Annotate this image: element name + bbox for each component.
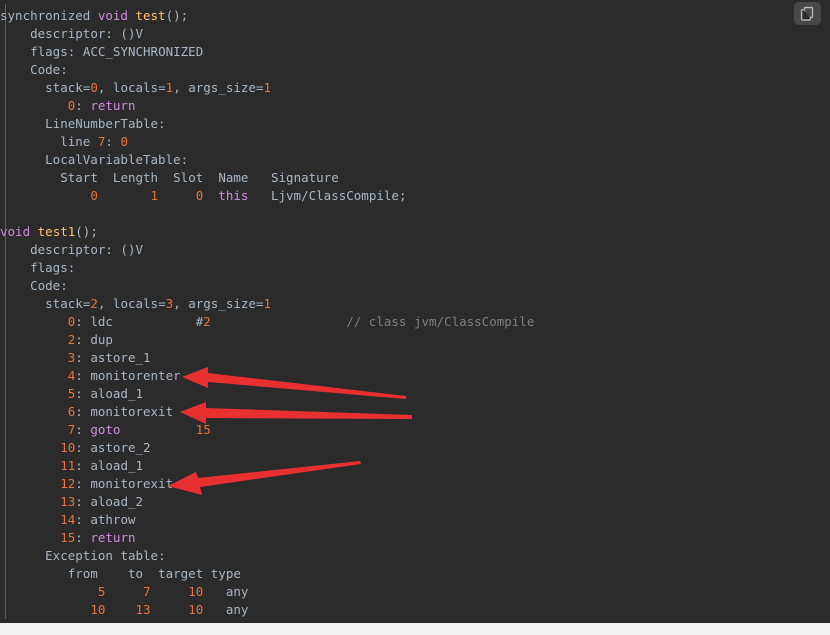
screenshot-root: synchronized void test(); descriptor: ()… [0,0,830,635]
code-line: 5: aload_1 [67,386,144,401]
code-line: 11: aload_1 [60,458,144,473]
code-line: 3: astore_1 [67,350,151,365]
code-line: 0 1 0 this Ljvm/ClassCompile; [90,188,407,203]
code-line: 2: dup [67,332,113,347]
code-line: void test1(); [0,224,98,239]
code-line: 0: ldc #2 // class jvm/ClassCompile [67,314,535,329]
code-line: 15: return [60,530,136,545]
code-line: LineNumberTable: [45,116,166,131]
code-line: 10 13 10 any [90,602,249,617]
code-line: from to target type [67,566,241,581]
footer-strip [0,623,830,635]
code-line: Start Length Slot Name Signature [60,170,339,185]
code-line: Code: [30,278,68,293]
code-line: LocalVariableTable: [45,152,189,167]
code-line: 10: astore_2 [60,440,151,455]
code-line: 5 7 10 any [97,584,249,599]
code-panel: synchronized void test(); descriptor: ()… [0,0,830,623]
code-line: 13: aload_2 [60,494,144,509]
code-line: 7: goto 15 [67,422,211,437]
code-line: 4: monitorenter [67,368,181,383]
copy-button[interactable] [794,2,821,25]
bytecode-listing: synchronized void test(); descriptor: ()… [0,0,830,619]
code-line: synchronized void test(); [0,8,189,23]
code-line: line 7: 0 [60,134,128,149]
code-line: Exception table: [45,548,166,563]
code-line: 0: return [67,98,136,113]
code-line: 6: monitorexit [67,404,174,419]
code-line: flags: [30,260,76,275]
code-line: Code: [30,62,68,77]
copy-icon [800,6,815,21]
code-line: descriptor: ()V [30,242,144,257]
code-line: 12: monitorexit [60,476,174,491]
code-line: stack=2, locals=3, args_size=1 [45,296,271,311]
code-line: stack=0, locals=1, args_size=1 [45,80,271,95]
code-line: 14: athrow [60,512,136,527]
code-line: flags: ACC_SYNCHRONIZED [30,44,204,59]
code-line: descriptor: ()V [30,26,144,41]
